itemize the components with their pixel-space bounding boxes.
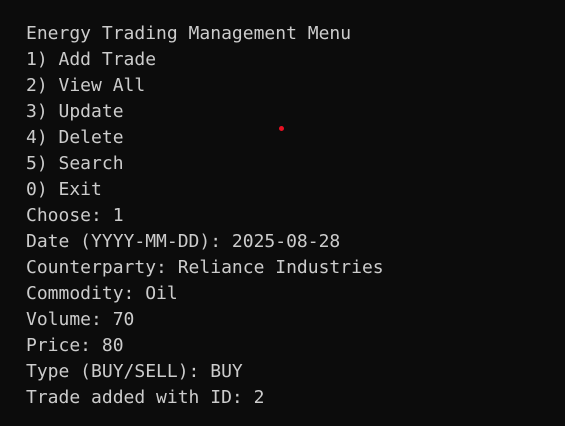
menu-option-add-trade: 1) Add Trade xyxy=(26,49,157,70)
menu-option-exit: 0) Exit xyxy=(26,179,102,200)
trade-added-message: Trade added with ID: 2 xyxy=(26,387,265,408)
menu-option-update: 3) Update xyxy=(26,101,124,122)
menu-option-delete: 4) Delete xyxy=(26,127,124,148)
menu-title: Energy Trading Management Menu xyxy=(26,23,352,44)
commodity-prompt: Commodity: Oil xyxy=(26,283,178,304)
choose-prompt: Choose: 1 xyxy=(26,205,124,226)
volume-prompt: Volume: 70 xyxy=(26,309,135,330)
counterparty-prompt: Counterparty: Reliance Industries xyxy=(26,257,384,278)
red-dot-marker xyxy=(279,126,284,131)
date-prompt: Date (YYYY-MM-DD): 2025-08-28 xyxy=(26,231,341,252)
type-prompt: Type (BUY/SELL): BUY xyxy=(26,361,243,382)
terminal-window[interactable]: Energy Trading Management Menu 1) Add Tr… xyxy=(0,0,565,426)
menu-option-view-all: 2) View All xyxy=(26,75,146,96)
menu-option-search: 5) Search xyxy=(26,153,124,174)
price-prompt: Price: 80 xyxy=(26,335,124,356)
